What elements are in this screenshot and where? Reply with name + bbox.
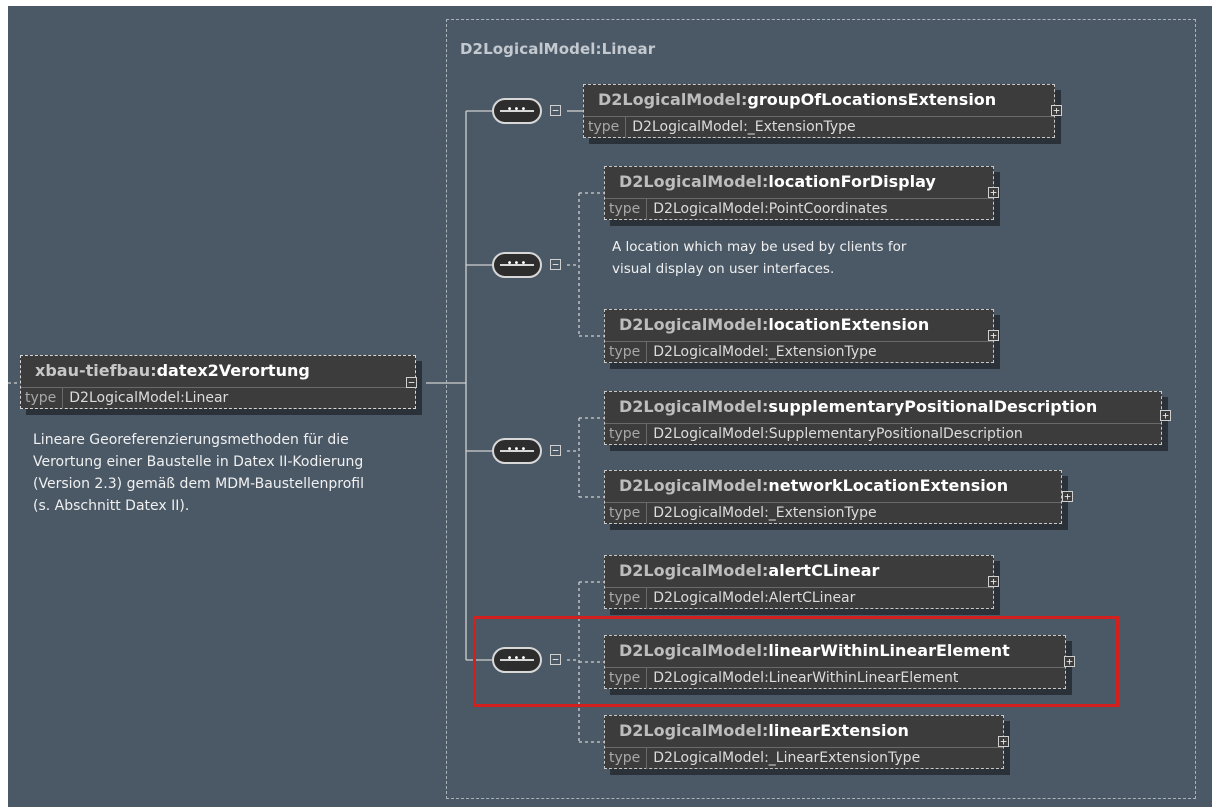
sequence-compositor-icon[interactable]: ••• (492, 252, 542, 278)
collapse-icon[interactable]: − (550, 445, 561, 456)
expand-icon[interactable]: + (1062, 491, 1073, 502)
element-type: type D2LogicalModel:SupplementaryPosition… (605, 424, 1161, 446)
root-element[interactable]: xbau-tiefbau:datex2Verortung type D2Logic… (20, 355, 416, 409)
root-element-type: type D2LogicalModel:Linear (21, 388, 415, 410)
expand-icon[interactable]: + (988, 576, 999, 587)
sequence-compositor-icon[interactable]: ••• (492, 438, 542, 464)
element-supplementary-positional-description[interactable]: D2LogicalModel:supplementaryPositionalDe… (604, 391, 1162, 445)
schema-diagram-canvas: xbau-tiefbau:datex2Verortung type D2Logic… (0, 0, 1212, 809)
expand-icon[interactable]: + (1051, 105, 1062, 116)
element-group-of-locations-extension[interactable]: D2LogicalModel:groupOfLocationsExtension… (583, 84, 1055, 138)
collapse-icon[interactable]: − (406, 377, 417, 388)
element-name: D2LogicalModel:locationForDisplay (605, 167, 993, 199)
element-type: type D2LogicalModel:_ExtensionType (584, 117, 1054, 139)
element-type: type D2LogicalModel:AlertCLinear (605, 588, 993, 610)
element-type: type D2LogicalModel:_ExtensionType (605, 342, 993, 364)
highlight-annotation-box (473, 616, 1119, 707)
element-type: type D2LogicalModel:_LinearExtensionType (605, 748, 1003, 770)
expand-icon[interactable]: + (988, 330, 999, 341)
expand-icon[interactable]: + (988, 187, 999, 198)
element-name: D2LogicalModel:networkLocationExtension (605, 471, 1061, 503)
expand-icon[interactable]: + (998, 736, 1009, 747)
element-type: type D2LogicalModel:_ExtensionType (605, 503, 1061, 525)
element-network-location-extension[interactable]: D2LogicalModel:networkLocationExtension … (604, 470, 1062, 524)
element-alert-c-linear[interactable]: D2LogicalModel:alertCLinear type D2Logica… (604, 555, 994, 609)
element-name: D2LogicalModel:linearExtension (605, 716, 1003, 748)
element-documentation: A location which may be used by clients … (612, 239, 907, 277)
element-linear-extension[interactable]: D2LogicalModel:linearExtension type D2Log… (604, 715, 1004, 769)
collapse-icon[interactable]: − (550, 259, 561, 270)
collapse-icon[interactable]: − (550, 105, 561, 116)
element-name: D2LogicalModel:supplementaryPositionalDe… (605, 392, 1161, 424)
sequence-compositor-icon[interactable]: ••• (492, 98, 542, 124)
root-element-documentation: Lineare Georeferenzierungsmethoden für d… (33, 432, 364, 514)
element-location-for-display[interactable]: D2LogicalModel:locationForDisplay type D2… (604, 166, 994, 220)
expand-icon[interactable]: + (1160, 410, 1171, 421)
root-element-name: xbau-tiefbau:datex2Verortung (21, 356, 415, 388)
element-name: D2LogicalModel:locationExtension (605, 310, 993, 342)
element-type: type D2LogicalModel:PointCoordinates (605, 199, 993, 221)
element-location-extension[interactable]: D2LogicalModel:locationExtension type D2L… (604, 309, 994, 363)
group-title: D2LogicalModel:Linear (460, 40, 656, 58)
element-name: D2LogicalModel:alertCLinear (605, 556, 993, 588)
element-name: D2LogicalModel:groupOfLocationsExtension (584, 85, 1054, 117)
